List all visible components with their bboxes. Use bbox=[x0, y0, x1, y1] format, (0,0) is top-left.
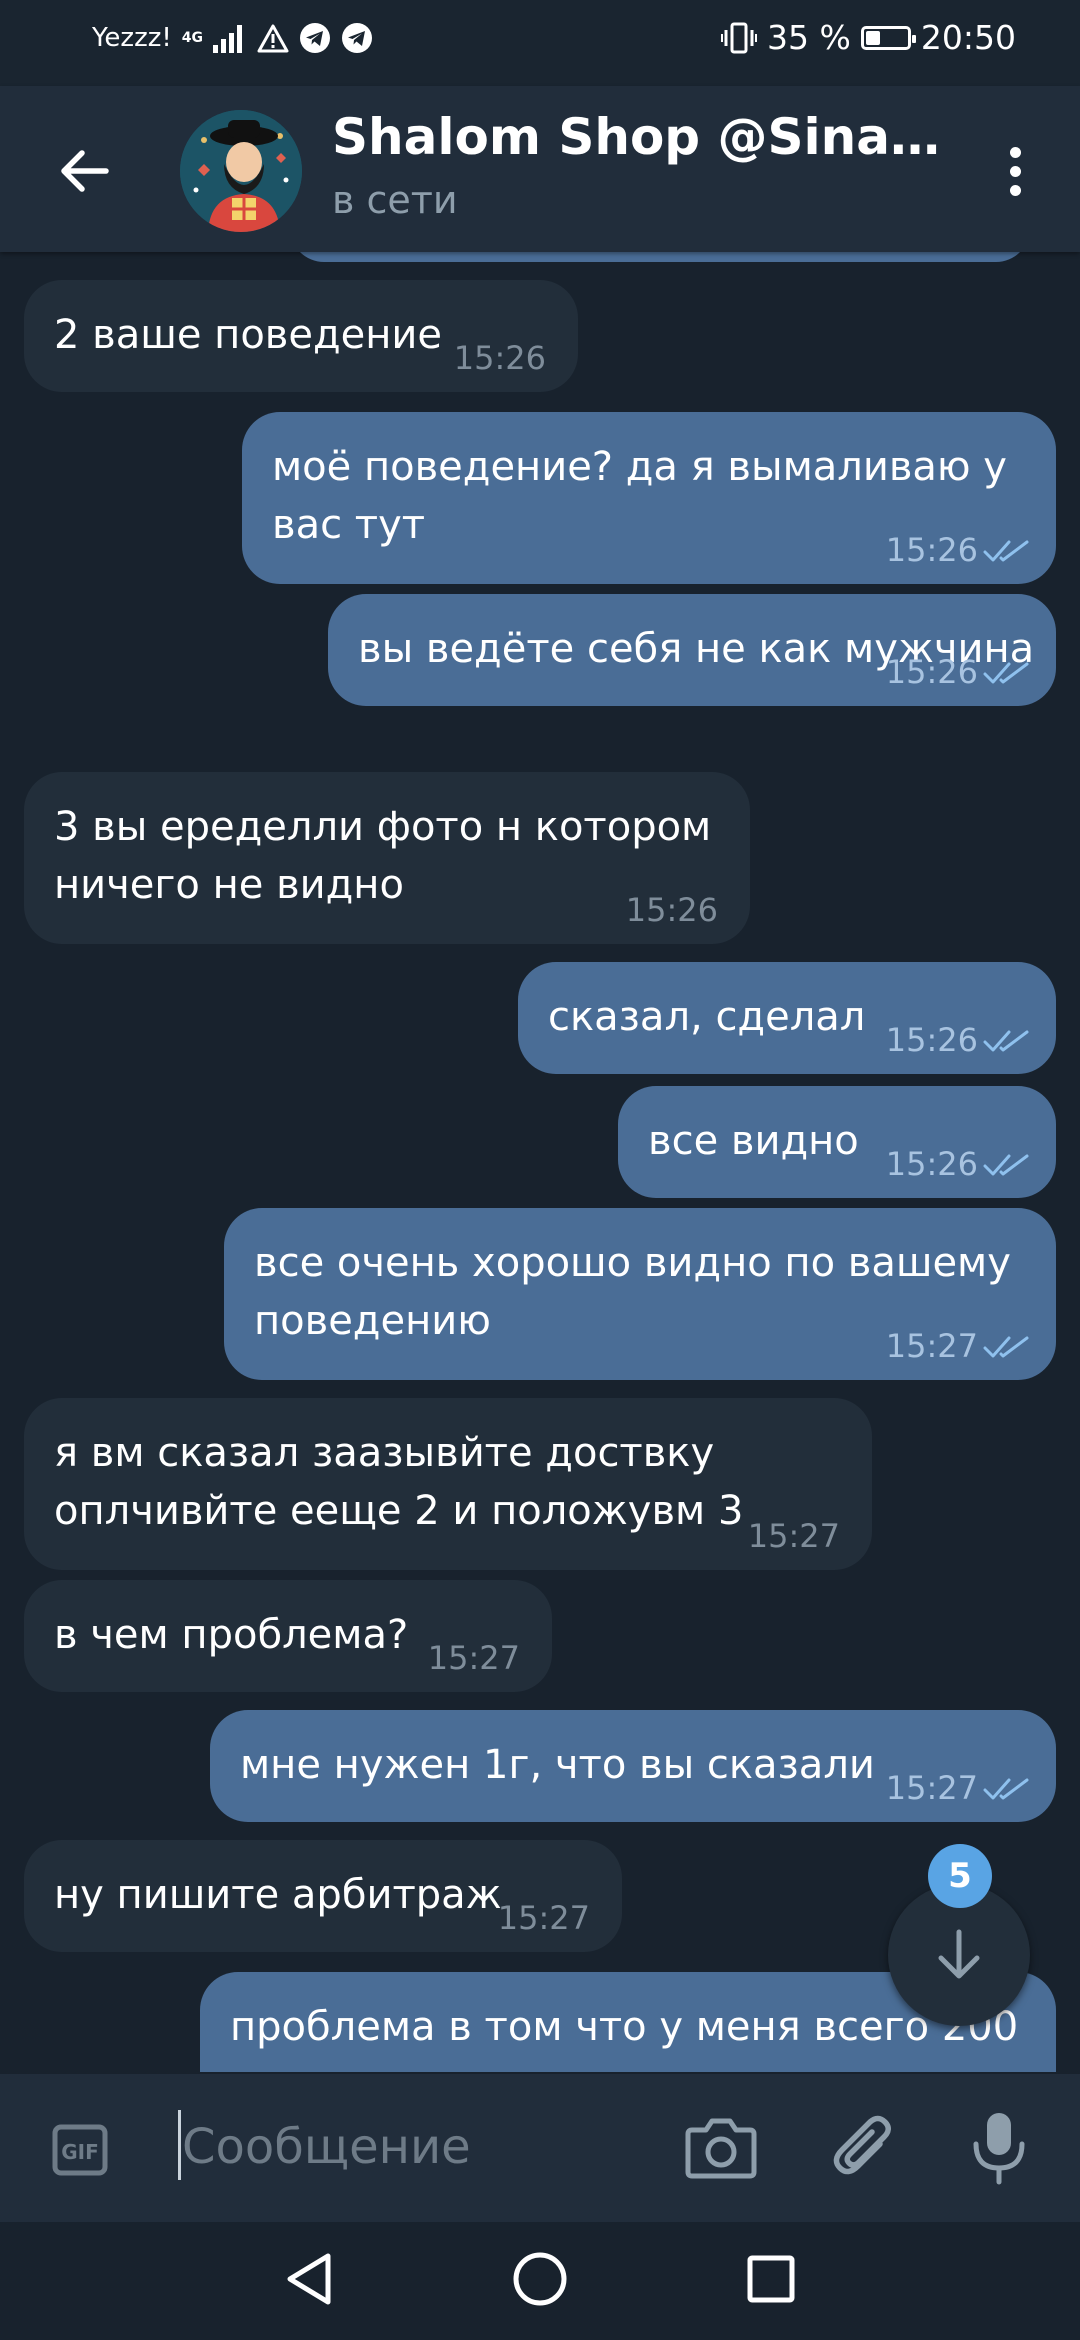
status-left: Yezzz! 4G bbox=[92, 22, 373, 54]
double-check-icon bbox=[983, 540, 1029, 562]
message-text-line: 3 вы еределли фото н котором bbox=[54, 804, 712, 850]
clock: 20:50 bbox=[920, 18, 1016, 57]
message-time: 15:27 bbox=[885, 1327, 978, 1365]
composer-bar: GIF bbox=[0, 2074, 1080, 2222]
nav-home-icon[interactable] bbox=[512, 2250, 568, 2308]
message-time: 15:27 bbox=[747, 1517, 840, 1555]
status-right: 35 % 20:50 bbox=[721, 18, 1016, 57]
message-input[interactable] bbox=[182, 2112, 662, 2182]
battery-level bbox=[865, 30, 880, 45]
message-time: 15:27 bbox=[427, 1639, 520, 1677]
network-type: 4G bbox=[181, 30, 204, 46]
message-list[interactable]: 2 ваше поведение 15:26 моё поведение? да… bbox=[0, 252, 1080, 2072]
microphone-icon[interactable] bbox=[968, 2110, 1030, 2186]
message-bubble-outgoing[interactable]: вы ведёте себя не как мужчина 15:26 bbox=[328, 594, 1056, 706]
chat-status: в сети bbox=[332, 178, 458, 222]
arrow-down-icon bbox=[938, 1929, 980, 1979]
message-time: 15:27 bbox=[885, 1769, 978, 1807]
message-bubble-incoming[interactable]: я вм сказал заазывйте доствку оплчивйте … bbox=[24, 1398, 872, 1570]
nav-recents-icon[interactable] bbox=[742, 2250, 798, 2308]
text-cursor bbox=[178, 2110, 181, 2180]
paperclip-icon[interactable] bbox=[828, 2110, 898, 2186]
carrier-name: Yezzz! bbox=[92, 23, 172, 53]
message-bubble-outgoing[interactable]: мне нужен 1г, что вы сказали 15:27 bbox=[210, 1710, 1056, 1822]
message-time: 15:26 bbox=[625, 891, 718, 929]
signal-icon bbox=[213, 25, 243, 53]
message-text-line: все очень хорошо видно по вашему bbox=[254, 1240, 1011, 1286]
gif-icon[interactable]: GIF bbox=[52, 2124, 108, 2176]
svg-text:GIF: GIF bbox=[61, 2140, 99, 2164]
double-check-icon bbox=[983, 1778, 1029, 1800]
message-time: 15:26 bbox=[885, 531, 978, 569]
double-check-icon bbox=[983, 1154, 1029, 1176]
more-vert-icon[interactable] bbox=[980, 136, 1050, 206]
chat-title[interactable]: Shalom Shop @Sinago… bbox=[332, 108, 952, 166]
message-bubble-incoming[interactable]: ну пишите арбитраж 15:27 bbox=[24, 1840, 622, 1952]
nav-back-icon[interactable] bbox=[282, 2250, 338, 2308]
battery-icon bbox=[860, 25, 916, 50]
message-text-line: моё поведение? да я вымаливаю у bbox=[272, 444, 1007, 490]
back-button[interactable] bbox=[50, 136, 120, 206]
unread-count-badge: 5 bbox=[928, 1844, 992, 1908]
message-text-line: ничего не видно bbox=[54, 862, 404, 908]
message-bubble-outgoing[interactable]: все очень хорошо видно по вашему поведен… bbox=[224, 1208, 1056, 1380]
arrow-left-icon bbox=[61, 150, 109, 192]
double-check-icon bbox=[983, 1336, 1029, 1358]
warning-icon bbox=[257, 24, 289, 53]
message-bubble-incoming[interactable]: 3 вы еределли фото н котором ничего не в… bbox=[24, 772, 750, 944]
message-bubble-outgoing[interactable]: сказал, сделал 15:26 bbox=[518, 962, 1056, 1074]
menu-dot bbox=[1009, 165, 1021, 177]
message-bubble-outgoing[interactable]: все видно 15:26 bbox=[618, 1086, 1056, 1198]
status-bar: Yezzz! 4G 35 % 20:50 bbox=[0, 0, 1080, 86]
double-check-icon bbox=[983, 662, 1029, 684]
message-text-line: я вм сказал заазывйте доствку bbox=[54, 1430, 715, 1476]
message-bubble-incoming[interactable]: в чем проблема? 15:27 bbox=[24, 1580, 552, 1692]
message-time: 15:26 bbox=[453, 339, 546, 377]
message-time: 15:26 bbox=[885, 653, 978, 691]
double-check-icon bbox=[983, 1030, 1029, 1052]
avatar-illustration bbox=[180, 110, 302, 232]
system-nav-bar bbox=[0, 2222, 1080, 2340]
menu-dot bbox=[1009, 184, 1021, 196]
message-bubble-outgoing[interactable]: моё поведение? да я вымаливаю у вас тут … bbox=[242, 412, 1056, 584]
message-time: 15:26 bbox=[885, 1021, 978, 1059]
camera-icon[interactable] bbox=[684, 2114, 758, 2180]
menu-dot bbox=[1009, 146, 1021, 158]
message-bubble-incoming[interactable]: 2 ваше поведение 15:26 bbox=[24, 280, 578, 392]
message-time: 15:27 bbox=[497, 1899, 590, 1937]
message-time: 15:26 bbox=[885, 1145, 978, 1183]
avatar[interactable] bbox=[180, 110, 302, 232]
message-bubble-outgoing-partial[interactable] bbox=[290, 252, 1030, 262]
message-text: проблема в том что у меня всего 200 bbox=[230, 2004, 1019, 2050]
vibrate-icon bbox=[721, 22, 758, 53]
telegram-icon bbox=[342, 23, 373, 53]
telegram-icon bbox=[300, 23, 331, 53]
message-text-line: оплчивйте еещe 2 и положувм 3 bbox=[54, 1488, 744, 1534]
chat-header: Shalom Shop @Sinago… в сети bbox=[0, 86, 1080, 252]
battery-percent: 35 % bbox=[767, 18, 851, 57]
